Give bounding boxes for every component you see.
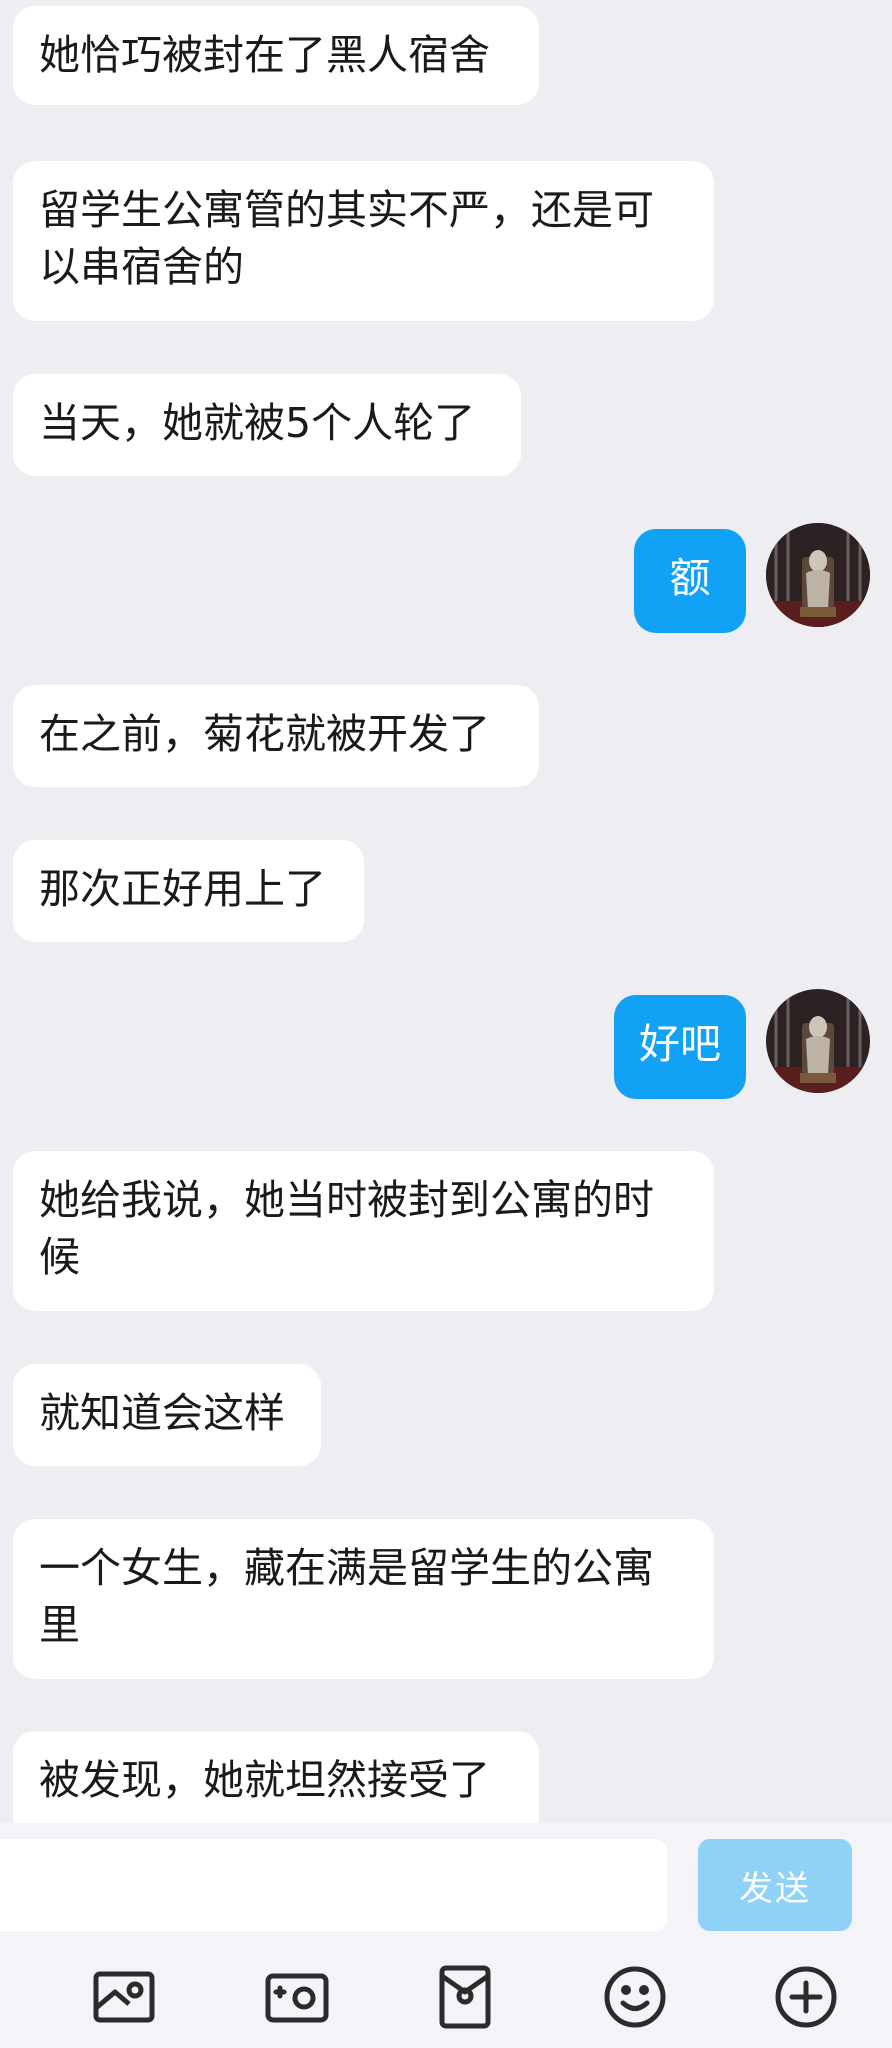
message-bubble-incoming[interactable]: 在之前，菊花就被开发了	[13, 685, 539, 787]
my-avatar[interactable]	[766, 989, 870, 1093]
message-input[interactable]	[0, 1839, 667, 1931]
message-bubble-incoming[interactable]: 就知道会这样	[13, 1364, 321, 1466]
message-bubble-incoming[interactable]: 她给我说，她当时被封到公寓的时 候	[13, 1151, 714, 1311]
message-bubble-incoming[interactable]: 被发现，她就坦然接受了	[13, 1731, 539, 1823]
message-list[interactable]: 她恰巧被封在了黑人宿舍 留学生公寓管的其实不严，还是可 以串宿舍的 当天，她就被…	[0, 0, 892, 1823]
message-bubble-outgoing[interactable]: 好吧	[614, 995, 746, 1099]
message-bubble-incoming[interactable]: 留学生公寓管的其实不严，还是可 以串宿舍的	[13, 161, 714, 321]
send-button[interactable]: 发送	[698, 1839, 852, 1931]
my-avatar[interactable]	[766, 523, 870, 627]
message-bubble-incoming[interactable]: 那次正好用上了	[13, 840, 364, 942]
red-packet-icon[interactable]	[430, 1962, 500, 2032]
picture-icon[interactable]	[89, 1962, 159, 2032]
camera-icon[interactable]	[262, 1962, 332, 2032]
message-bubble-incoming[interactable]: 一个女生，藏在满是留学生的公寓 里	[13, 1519, 714, 1679]
input-area: 发送	[0, 1823, 892, 2048]
message-bubble-incoming[interactable]: 当天，她就被5个人轮了	[13, 374, 521, 476]
plus-icon[interactable]	[771, 1962, 841, 2032]
message-bubble-outgoing[interactable]: 额	[634, 529, 746, 633]
message-bubble-incoming[interactable]: 她恰巧被封在了黑人宿舍	[13, 6, 539, 105]
emoji-icon[interactable]	[600, 1962, 670, 2032]
